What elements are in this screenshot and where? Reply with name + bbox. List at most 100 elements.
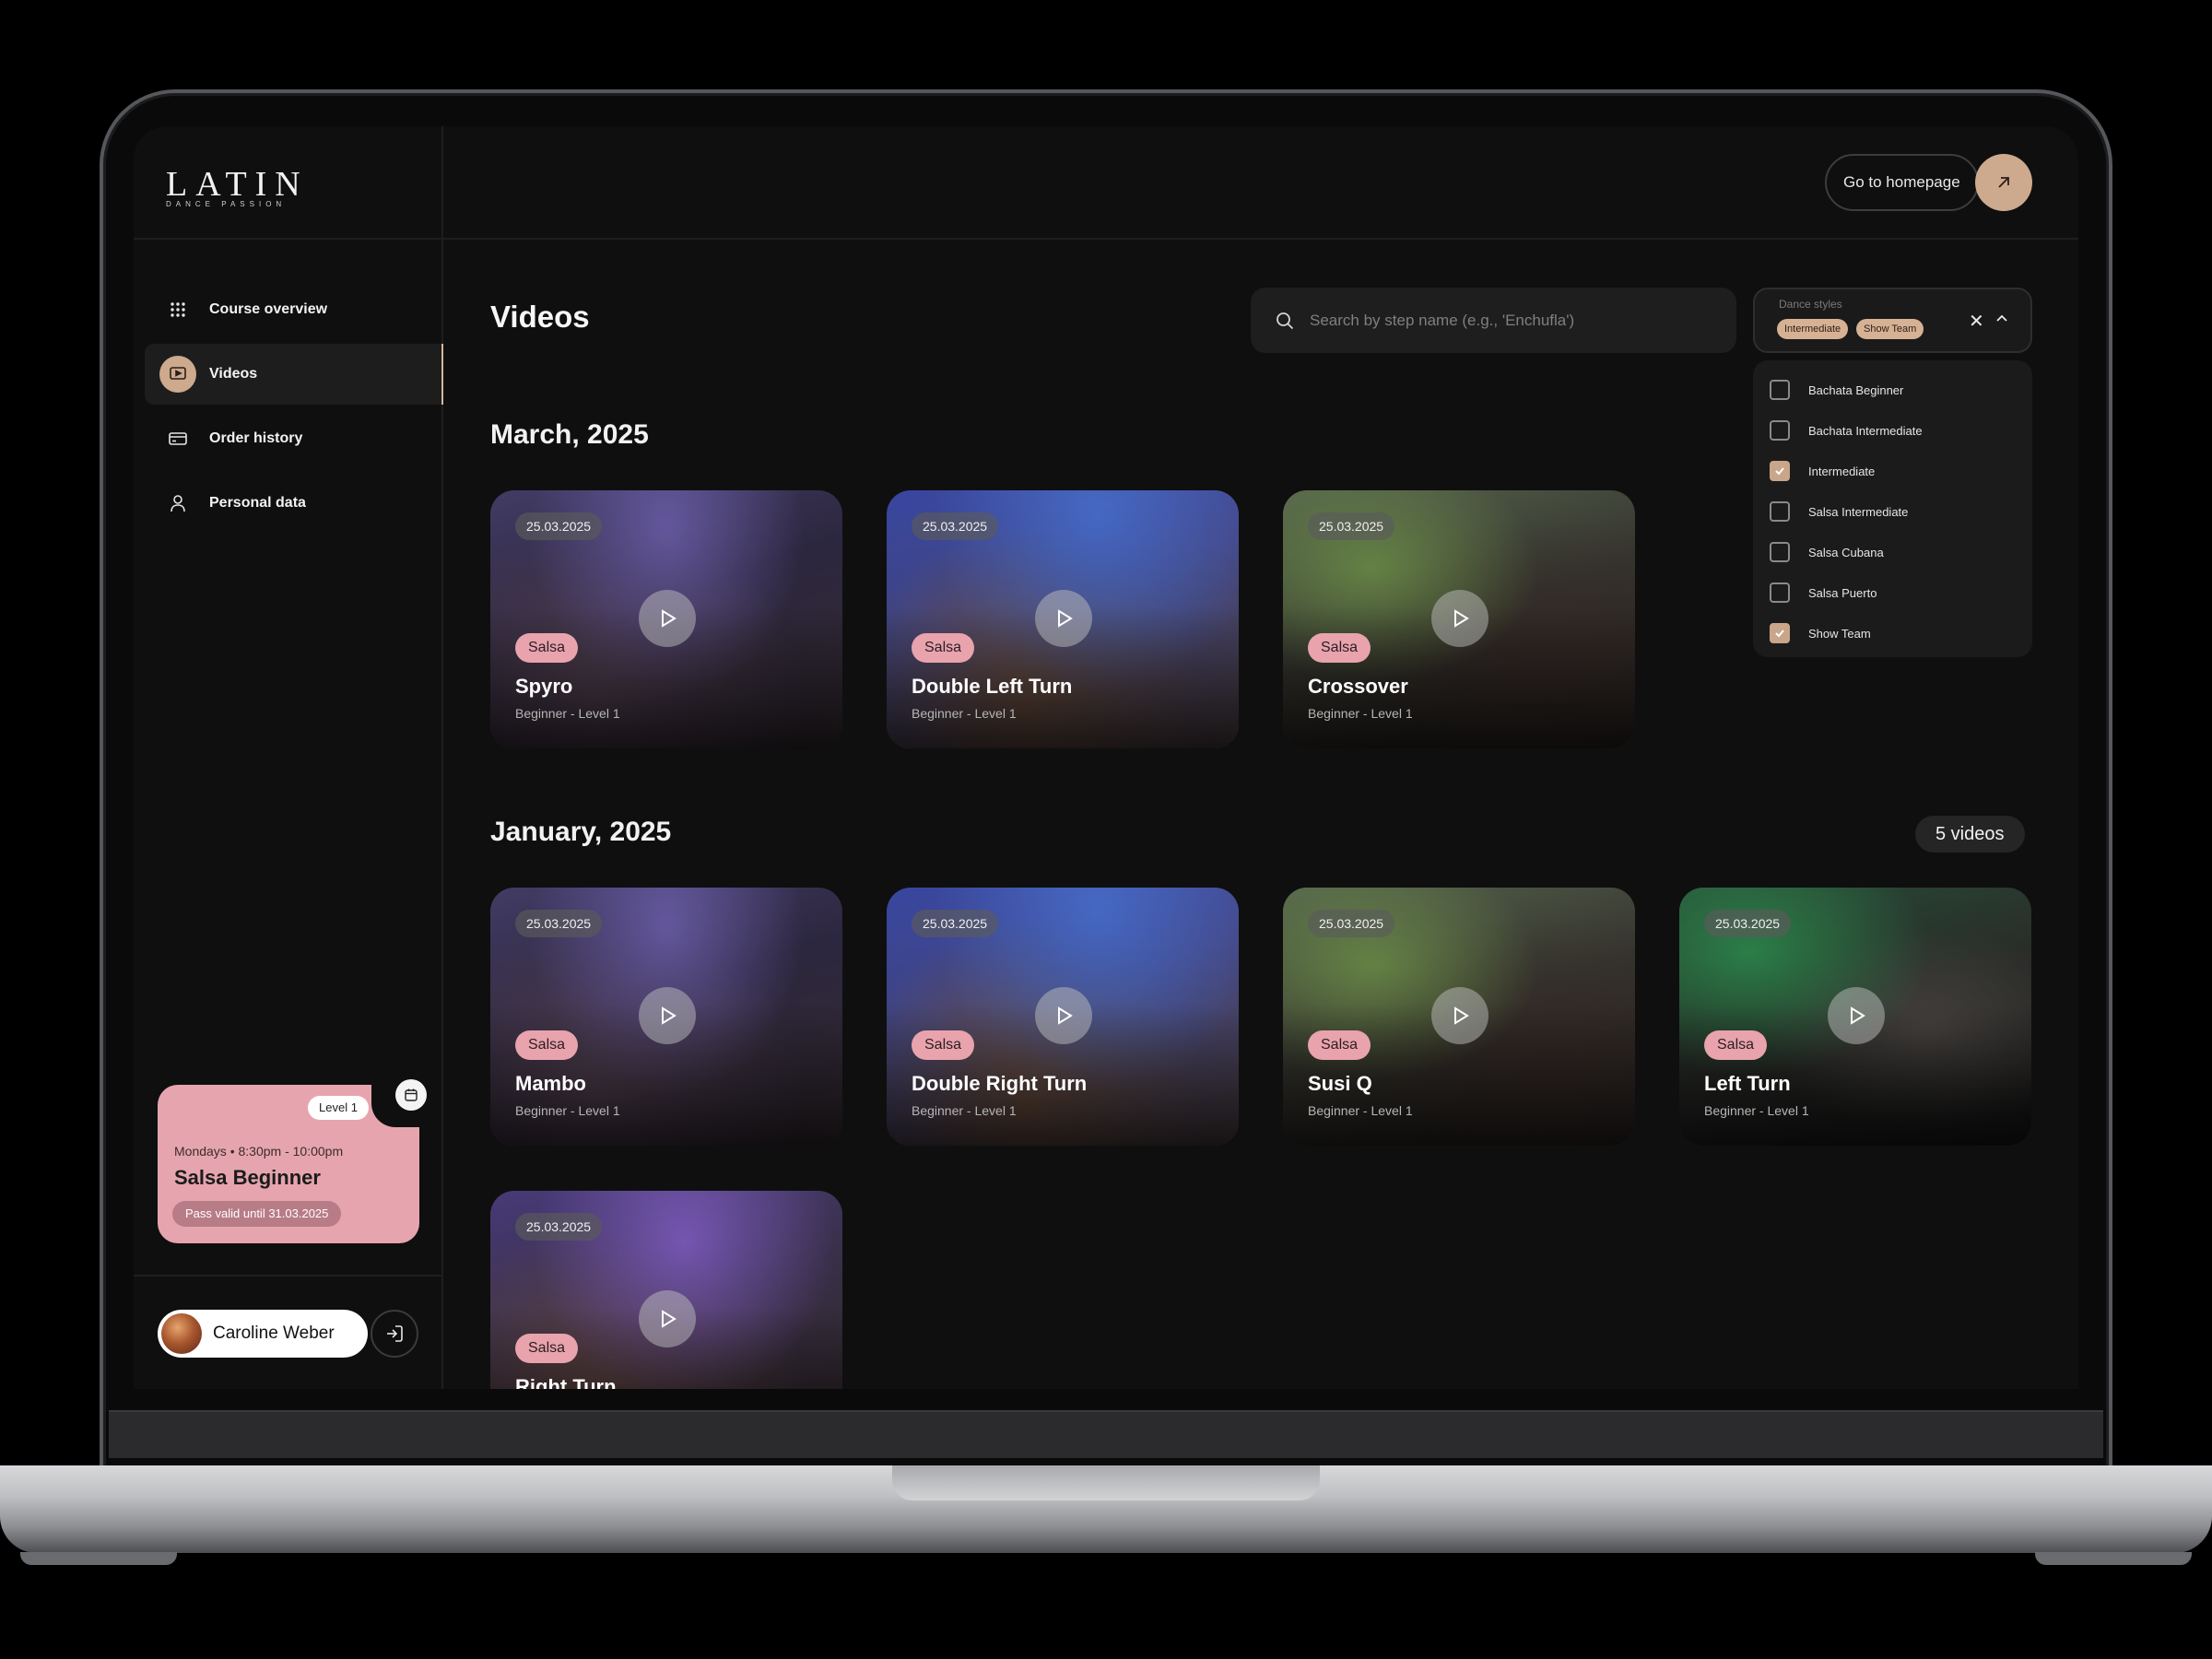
dropdown-option[interactable]: Show Team <box>1753 613 2032 653</box>
search-icon <box>1277 312 1294 329</box>
style-badge: Salsa <box>515 1334 579 1363</box>
date-badge: 25.03.2025 <box>515 512 603 540</box>
logout-button[interactable] <box>371 1310 418 1358</box>
sidebar-nav: Course overview Videos Order history Per… <box>145 279 443 537</box>
dropdown-option[interactable]: Salsa Cubana <box>1753 532 2032 572</box>
style-badge: Salsa <box>912 633 975 663</box>
video-card[interactable]: 25.03.2025 Salsa Susi Q Beginner - Level… <box>1283 888 1635 1146</box>
sidebar-item-label: Course overview <box>209 301 328 317</box>
go-to-homepage-button[interactable]: Go to homepage <box>1825 154 1979 211</box>
page-title: Videos <box>490 300 590 334</box>
laptop-notch <box>892 1465 1320 1500</box>
style-badge: Salsa <box>1308 1030 1371 1060</box>
dance-styles-dropdown: Bachata Beginner Bachata Intermediate In… <box>1753 360 2032 657</box>
sidebar-item-label: Personal data <box>209 495 306 511</box>
user-profile-pill[interactable]: Caroline Weber <box>158 1310 368 1358</box>
date-badge: 25.03.2025 <box>515 1213 603 1241</box>
video-card[interactable]: 25.03.2025 Salsa Spyro Beginner - Level … <box>490 490 842 748</box>
sidebar-item-order-history[interactable]: Order history <box>145 408 443 469</box>
checkbox[interactable] <box>1770 501 1790 522</box>
arrow-up-right-icon <box>1998 177 2009 188</box>
play-icon <box>662 1310 677 1328</box>
dropdown-option[interactable]: Bachata Intermediate <box>1753 410 2032 451</box>
video-count-badge: 5 videos <box>1915 816 2025 853</box>
dropdown-option[interactable]: Salsa Puerto <box>1753 572 2032 613</box>
checkbox-checked[interactable] <box>1770 623 1790 643</box>
style-badge: Salsa <box>912 1030 975 1060</box>
date-badge: 25.03.2025 <box>912 910 999 937</box>
video-title: Double Right Turn <box>912 1072 1088 1095</box>
check-icon <box>1775 467 1784 476</box>
play-button[interactable] <box>639 1290 696 1347</box>
section-title: January, 2025 <box>490 817 672 847</box>
style-badge: Salsa <box>515 633 579 663</box>
play-icon <box>1454 609 1469 628</box>
video-title: Spyro <box>515 675 573 698</box>
video-card[interactable]: 25.03.2025 Salsa Double Left Turn Beginn… <box>887 490 1239 748</box>
brand-name: LATIN <box>166 165 309 204</box>
play-button[interactable] <box>639 590 696 647</box>
sidebar: LATIN DANCE PASSION Course overview Vide… <box>134 126 443 1389</box>
credit-card-icon <box>167 428 189 450</box>
course-schedule: Mondays • 8:30pm - 10:00pm <box>174 1144 344 1159</box>
app-screen: LATIN DANCE PASSION Course overview Vide… <box>134 126 2078 1389</box>
dropdown-option[interactable]: Bachata Beginner <box>1753 370 2032 410</box>
style-badge: Salsa <box>1704 1030 1768 1060</box>
video-card[interactable]: 25.03.2025 Salsa Right Turn <box>490 1191 842 1389</box>
filter-chip[interactable]: Show Team <box>1856 319 1924 339</box>
video-card[interactable]: 25.03.2025 Salsa Double Right Turn Begin… <box>887 888 1239 1146</box>
video-level: Beginner - Level 1 <box>515 1103 620 1118</box>
checkbox[interactable] <box>1770 420 1790 441</box>
date-badge: 25.03.2025 <box>1704 910 1792 937</box>
video-title: Susi Q <box>1308 1072 1372 1095</box>
date-badge: 25.03.2025 <box>515 910 603 937</box>
current-course-card[interactable]: Level 1 Mondays • 8:30pm - 10:00pm Salsa… <box>158 1076 429 1243</box>
dropdown-option[interactable]: Salsa Intermediate <box>1753 491 2032 532</box>
checkbox[interactable] <box>1770 582 1790 603</box>
play-icon <box>1058 609 1073 628</box>
video-card[interactable]: 25.03.2025 Salsa Left Turn Beginner - Le… <box>1679 888 2031 1146</box>
homepage-arrow-button[interactable] <box>1975 154 2032 211</box>
checkbox[interactable] <box>1770 542 1790 562</box>
play-button[interactable] <box>1035 590 1092 647</box>
sidebar-item-personal-data[interactable]: Personal data <box>145 473 443 534</box>
laptop-foot <box>20 1552 177 1565</box>
brand-logo[interactable]: LATIN DANCE PASSION <box>166 167 309 208</box>
checkbox-checked[interactable] <box>1770 461 1790 481</box>
search-input[interactable]: Search by step name (e.g., 'Enchufla') <box>1251 288 1736 353</box>
pass-validity-badge: Pass valid until 31.03.2025 <box>172 1201 342 1227</box>
play-button[interactable] <box>1431 987 1488 1044</box>
play-button[interactable] <box>1035 987 1092 1044</box>
level-badge: Level 1 <box>308 1096 369 1120</box>
avatar <box>161 1313 202 1354</box>
sidebar-item-course-overview[interactable]: Course overview <box>145 279 443 340</box>
divider <box>134 1275 443 1277</box>
video-icon <box>159 356 196 393</box>
video-level: Beginner - Level 1 <box>1308 706 1413 721</box>
video-level: Beginner - Level 1 <box>1308 1103 1413 1118</box>
calendar-icon <box>405 1088 418 1101</box>
video-card[interactable]: 25.03.2025 Salsa Crossover Beginner - Le… <box>1283 490 1635 748</box>
chevron-up-icon[interactable] <box>1994 312 2009 331</box>
date-badge: 25.03.2025 <box>1308 512 1395 540</box>
check-icon <box>1775 629 1784 638</box>
sidebar-item-videos[interactable]: Videos <box>145 344 443 405</box>
laptop-chin <box>109 1410 2103 1458</box>
filter-label: Dance styles <box>1779 298 1842 311</box>
video-card[interactable]: 25.03.2025 Salsa Mambo Beginner - Level … <box>490 888 842 1146</box>
play-button[interactable] <box>1828 987 1885 1044</box>
clear-filter-icon[interactable]: ✕ <box>1969 310 1984 333</box>
sidebar-item-label: Videos <box>209 366 258 382</box>
dance-styles-filter[interactable]: Dance styles Intermediate Show Team ✕ <box>1753 288 2032 353</box>
play-icon <box>662 1006 677 1025</box>
calendar-button[interactable] <box>395 1079 427 1111</box>
filter-chip[interactable]: Intermediate <box>1777 319 1849 339</box>
play-button[interactable] <box>1431 590 1488 647</box>
play-button[interactable] <box>639 987 696 1044</box>
video-title: Right Turn <box>515 1375 617 1389</box>
checkbox[interactable] <box>1770 380 1790 400</box>
dropdown-option[interactable]: Intermediate <box>1753 451 2032 491</box>
style-badge: Salsa <box>1308 633 1371 663</box>
video-title: Crossover <box>1308 675 1408 698</box>
search-placeholder: Search by step name (e.g., 'Enchufla') <box>1310 311 1575 329</box>
